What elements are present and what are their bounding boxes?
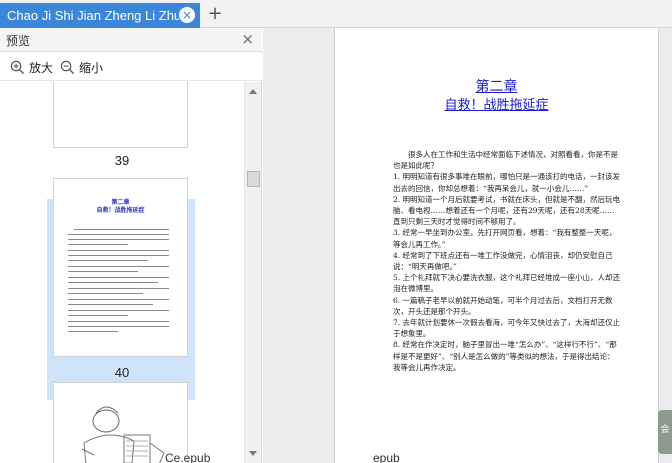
thumbnail-text-line: [74, 229, 169, 230]
thumbnail-text-line: [68, 271, 138, 272]
preview-panel-close-icon[interactable]: ×: [241, 30, 254, 48]
preview-panel-header: 预览 ×: [0, 28, 262, 52]
thumbnail-text-line: [68, 282, 158, 283]
zoom-out-label: 缩小: [79, 60, 104, 75]
thumbnail-text-line: [68, 234, 169, 235]
thumbnail-text-line: [68, 299, 169, 300]
paragraph: 7. 去年就计划要休一次假去看海，可今年又快过去了，大海却还仅止于想象里。: [393, 318, 621, 339]
zoom-in-label: 放大: [29, 60, 54, 75]
chapter-number[interactable]: 第二章: [335, 76, 658, 96]
thumbnail-text-line: [68, 326, 169, 327]
scrollbar-thumb[interactable]: [247, 171, 260, 187]
thumbnail-chapter-title: 第二章: [111, 199, 130, 206]
thumbnail-text-line: [68, 321, 169, 322]
zoom-out-icon: [60, 60, 75, 74]
thumbnail-text-line: [68, 255, 169, 256]
paragraph: 2. 明明知道一个月后就要考试，书就在床头，但就是不翻，然后玩电脑、看电视……想…: [393, 194, 621, 227]
thumbnail-text-line: [68, 293, 143, 294]
tab-document[interactable]: Chao Ji Shi Jian Zheng Li Zhu ×: [0, 3, 200, 28]
thumbnail-scrollbar[interactable]: [244, 82, 261, 463]
paragraph: 4. 经常到了下班点还有一堆工作没做完，心情沮丧，却仍安慰自己说：“明天再做吧。…: [393, 250, 613, 272]
tab-title: Chao Ji Shi Jian Zheng Li Zhu: [7, 8, 179, 23]
scroll-down-icon[interactable]: [249, 451, 257, 456]
new-tab-button[interactable]: +: [205, 4, 225, 24]
thumbnail-text-line: [68, 239, 169, 240]
thumbnail-text-line: [68, 266, 169, 267]
thumbnail-chapter-subtitle: 自救！战胜拖延症: [96, 207, 145, 214]
thumbnail-list[interactable]: 39 第二章 自救！战胜拖延症 40: [0, 82, 244, 463]
document-viewer[interactable]: 第二章 自救！战胜拖延症 很多人在工作和生活中经常面临下述情况，对照看看，你是不…: [263, 28, 672, 463]
scroll-up-icon[interactable]: [249, 89, 257, 94]
thumbnail-page-number: 39: [114, 153, 130, 168]
zoom-in-button[interactable]: 放大: [10, 58, 53, 76]
thumbnail-text-line: [68, 250, 169, 251]
thumbnail-text-line: [68, 310, 169, 311]
thumbnail-text-line: [68, 288, 169, 289]
paragraph: 5. 上个礼拜就下决心要洗衣服，这个礼拜已经堆成一座小山，人却还泡在微博里。: [393, 273, 621, 294]
thumbnail-text-line: [68, 260, 148, 261]
paragraph: 很多人在工作和生活中经常面临下述情况，对照看看，你是不是也是如此呢？: [393, 150, 618, 171]
paragraph: 6. 一篇稿子老早以前就开始动笔，可半个月过去后，文档打开无数次，开头还是那个开…: [393, 295, 613, 316]
thumbnail-page-39[interactable]: [53, 82, 188, 148]
paragraph: 1. 明明知道有很多事堆在眼前，哪怕只是一通该打的电话，一封该发出去的回信，你却…: [393, 172, 621, 193]
thumbnail-page-40[interactable]: 第二章 自救！战胜拖延症: [53, 178, 188, 357]
side-floating-widget[interactable]: 会: [658, 410, 672, 454]
document-page: 第二章 自救！战胜拖延症 很多人在工作和生活中经常面临下述情况，对照看看，你是不…: [334, 28, 659, 463]
tab-close-icon[interactable]: ×: [179, 7, 195, 23]
zoom-toolbar: 放大 缩小: [0, 53, 262, 81]
paragraph: 3. 经常一早坐到办公室，先打开网页看，想着：“我有整整一天呢，等会儿再工作。”: [393, 228, 617, 249]
bottom-file-label: Ce.epub: [165, 451, 211, 463]
thumbnail-text-line: [68, 315, 128, 316]
thumbnail-text-line: [68, 304, 153, 305]
tab-bar: Chao Ji Shi Jian Zheng Li Zhu × +: [0, 0, 672, 28]
preview-panel: 预览 × 放大 缩小 39 第二章 自救！战胜拖延症 40: [0, 28, 262, 463]
paragraph: 8. 经常在作决定时，脑子里冒出一堆“怎么办”、“这样行不行”、“那样是不是更好…: [393, 340, 617, 372]
thumbnail-page-number: 40: [114, 365, 130, 380]
thumbnail-text-line: [68, 331, 118, 332]
preview-panel-title: 预览: [6, 34, 31, 48]
chapter-title[interactable]: 自救！战胜拖延症: [335, 94, 658, 113]
bottom-file-label: epub: [373, 451, 400, 463]
zoom-out-button[interactable]: 缩小: [60, 58, 103, 76]
document-body: 很多人在工作和生活中经常面临下述情况，对照看看，你是不是也是如此呢？ 1. 明明…: [393, 149, 621, 373]
thumbnail-text-line: [68, 244, 128, 245]
thumbnail-text-line: [68, 277, 169, 278]
zoom-in-icon: [10, 60, 25, 74]
